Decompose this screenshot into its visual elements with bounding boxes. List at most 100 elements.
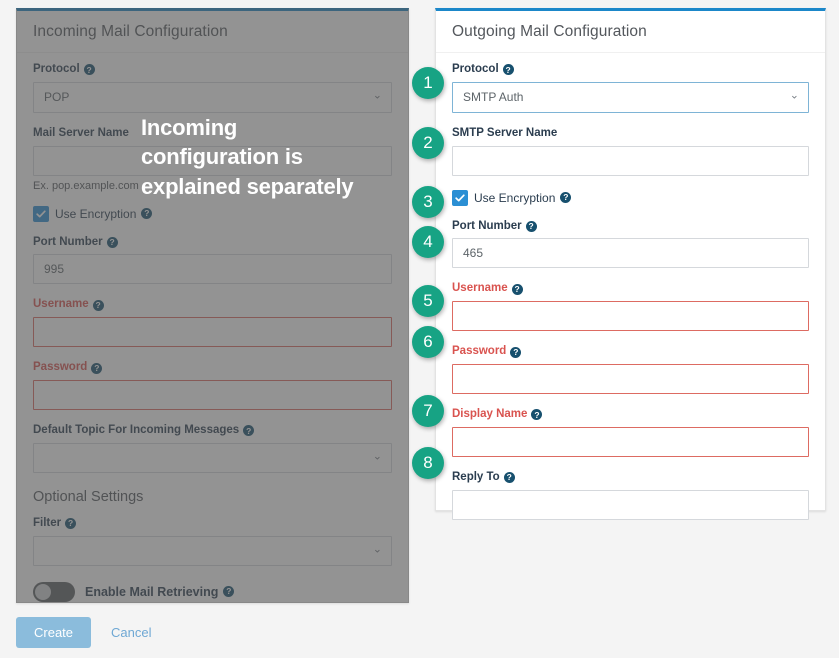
outgoing-port-input[interactable]	[452, 238, 809, 269]
incoming-username-field: Username ?	[33, 298, 392, 348]
help-icon[interactable]: ?	[91, 362, 103, 374]
incoming-use-encryption-checkbox[interactable]	[33, 205, 49, 222]
outgoing-reply-to-field: Reply To ?	[452, 471, 809, 520]
annotation-badge-3: 3	[412, 186, 444, 218]
incoming-protocol-select-wrap: ⌄	[33, 81, 392, 113]
outgoing-password-input[interactable]	[452, 363, 809, 394]
annotation-badge-4: 4	[412, 226, 444, 258]
outgoing-protocol-label: Protocol ?	[452, 63, 809, 77]
help-icon[interactable]: ?	[511, 283, 523, 295]
incoming-mail-server-label: Mail Server Name	[33, 127, 392, 141]
incoming-mail-configuration-panel: Incoming Mail Configuration Protocol ? ⌄…	[16, 8, 409, 603]
incoming-protocol-select[interactable]	[33, 81, 392, 113]
incoming-username-label: Username ?	[33, 298, 392, 312]
enable-mail-retrieving-label-text: Enable Mail Retrieving	[85, 584, 219, 599]
help-icon[interactable]: ?	[223, 586, 235, 598]
outgoing-port-field: Port Number ?	[452, 220, 809, 269]
outgoing-reply-to-input[interactable]	[452, 489, 809, 520]
incoming-filter-select[interactable]	[33, 535, 392, 566]
enable-mail-retrieving-row[interactable]: Enable Mail Retrieving ?	[33, 581, 392, 602]
optional-settings-heading: Optional Settings	[33, 488, 144, 505]
incoming-protocol-field: Protocol ? ⌄	[33, 63, 392, 113]
incoming-mail-server-hint: Ex. pop.example.com	[33, 179, 139, 192]
help-icon[interactable]: ?	[525, 220, 537, 232]
help-icon[interactable]: ?	[65, 518, 77, 530]
mail-configuration-page: Incoming Mail Configuration Protocol ? ⌄…	[0, 0, 839, 658]
help-icon[interactable]: ?	[503, 472, 515, 484]
outgoing-password-label: Password ?	[452, 345, 809, 359]
incoming-username-input[interactable]	[33, 317, 392, 348]
incoming-filter-select-wrap: ⌄	[33, 535, 392, 566]
annotation-badge-2: 2	[412, 127, 444, 159]
incoming-filter-label-text: Filter	[33, 516, 62, 529]
incoming-filter-field: Filter ? ⌄	[33, 517, 392, 566]
incoming-panel-title: Incoming Mail Configuration	[17, 11, 408, 53]
help-icon[interactable]: ?	[243, 425, 255, 437]
outgoing-port-label-text: Port Number	[452, 219, 522, 232]
incoming-port-field: Port Number ?	[33, 236, 392, 285]
outgoing-mail-configuration-panel: Outgoing Mail Configuration Protocol ? ⌄…	[435, 8, 826, 520]
outgoing-use-encryption-label-text: Use Encryption	[474, 190, 556, 205]
incoming-username-label-text: Username	[33, 298, 89, 311]
outgoing-smtp-server-label-text: SMTP Server Name	[452, 126, 558, 139]
outgoing-username-field: Username ?	[452, 282, 809, 332]
help-icon[interactable]: ?	[531, 409, 543, 421]
outgoing-username-label: Username ?	[452, 282, 809, 296]
help-icon[interactable]: ?	[560, 192, 572, 204]
annotation-badge-1: 1	[412, 67, 444, 99]
help-icon[interactable]: ?	[510, 346, 522, 358]
annotation-badge-8: 8	[412, 447, 444, 479]
help-icon[interactable]: ?	[83, 64, 95, 76]
toggle-knob	[35, 583, 51, 600]
outgoing-username-input[interactable]	[452, 301, 809, 332]
create-button[interactable]: Create	[16, 617, 92, 648]
outgoing-panel-body: Protocol ? ⌄ SMTP Server Name	[436, 53, 825, 548]
outgoing-protocol-select[interactable]	[452, 81, 809, 113]
incoming-password-input[interactable]	[33, 379, 392, 410]
incoming-default-topic-select-wrap: ⌄	[33, 442, 392, 473]
outgoing-protocol-field: Protocol ? ⌄	[452, 63, 809, 113]
outgoing-password-label-text: Password	[452, 345, 507, 358]
incoming-use-encryption-label-text: Use Encryption	[55, 206, 137, 221]
help-icon[interactable]: ?	[502, 64, 514, 76]
outgoing-password-field: Password ?	[452, 345, 809, 394]
form-actions: Create Cancel	[16, 617, 158, 648]
incoming-password-field: Password ?	[33, 361, 392, 410]
help-icon[interactable]: ?	[141, 208, 153, 220]
outgoing-display-name-input[interactable]	[452, 426, 809, 457]
incoming-mail-server-input[interactable]	[33, 145, 392, 176]
incoming-use-encryption-row[interactable]: Use Encryption ?	[33, 205, 392, 222]
incoming-default-topic-label-text: Default Topic For Incoming Messages	[33, 423, 240, 436]
outgoing-display-name-field: Display Name ?	[452, 408, 809, 457]
outgoing-username-label-text: Username	[452, 282, 508, 295]
outgoing-smtp-server-input[interactable]	[452, 145, 809, 176]
outgoing-port-label: Port Number ?	[452, 220, 809, 234]
outgoing-panel-title: Outgoing Mail Configuration	[436, 11, 825, 53]
outgoing-smtp-server-field: SMTP Server Name	[452, 127, 809, 176]
incoming-use-encryption-label: Use Encryption ?	[55, 206, 153, 221]
enable-mail-retrieving-toggle[interactable]	[33, 581, 75, 602]
incoming-filter-label: Filter ?	[33, 517, 392, 531]
cancel-button[interactable]: Cancel	[105, 624, 157, 641]
outgoing-use-encryption-label: Use Encryption ?	[474, 190, 572, 205]
incoming-password-label: Password ?	[33, 361, 392, 375]
enable-mail-retrieving-label: Enable Mail Retrieving ?	[85, 584, 235, 599]
help-icon[interactable]: ?	[106, 236, 118, 248]
incoming-port-input[interactable]	[33, 254, 392, 285]
outgoing-reply-to-label-text: Reply To	[452, 470, 500, 483]
help-icon[interactable]: ?	[92, 299, 104, 311]
incoming-protocol-label-text: Protocol	[33, 63, 80, 75]
incoming-default-topic-select[interactable]	[33, 442, 392, 473]
incoming-port-label-text: Port Number	[33, 235, 103, 248]
outgoing-reply-to-label: Reply To ?	[452, 471, 809, 485]
incoming-default-topic-label: Default Topic For Incoming Messages ?	[33, 424, 392, 438]
incoming-panel-body: Protocol ? ⌄ Mail Server Name Ex. pop.ex…	[17, 53, 408, 602]
outgoing-protocol-select-wrap: ⌄	[452, 81, 809, 113]
incoming-mail-server-label-text: Mail Server Name	[33, 126, 129, 139]
outgoing-display-name-label-text: Display Name	[452, 407, 528, 420]
annotation-badge-7: 7	[412, 395, 444, 427]
outgoing-use-encryption-row[interactable]: Use Encryption ?	[452, 189, 809, 206]
annotation-badge-5: 5	[412, 285, 444, 317]
outgoing-use-encryption-checkbox[interactable]	[452, 189, 468, 206]
outgoing-smtp-server-label: SMTP Server Name	[452, 127, 809, 141]
